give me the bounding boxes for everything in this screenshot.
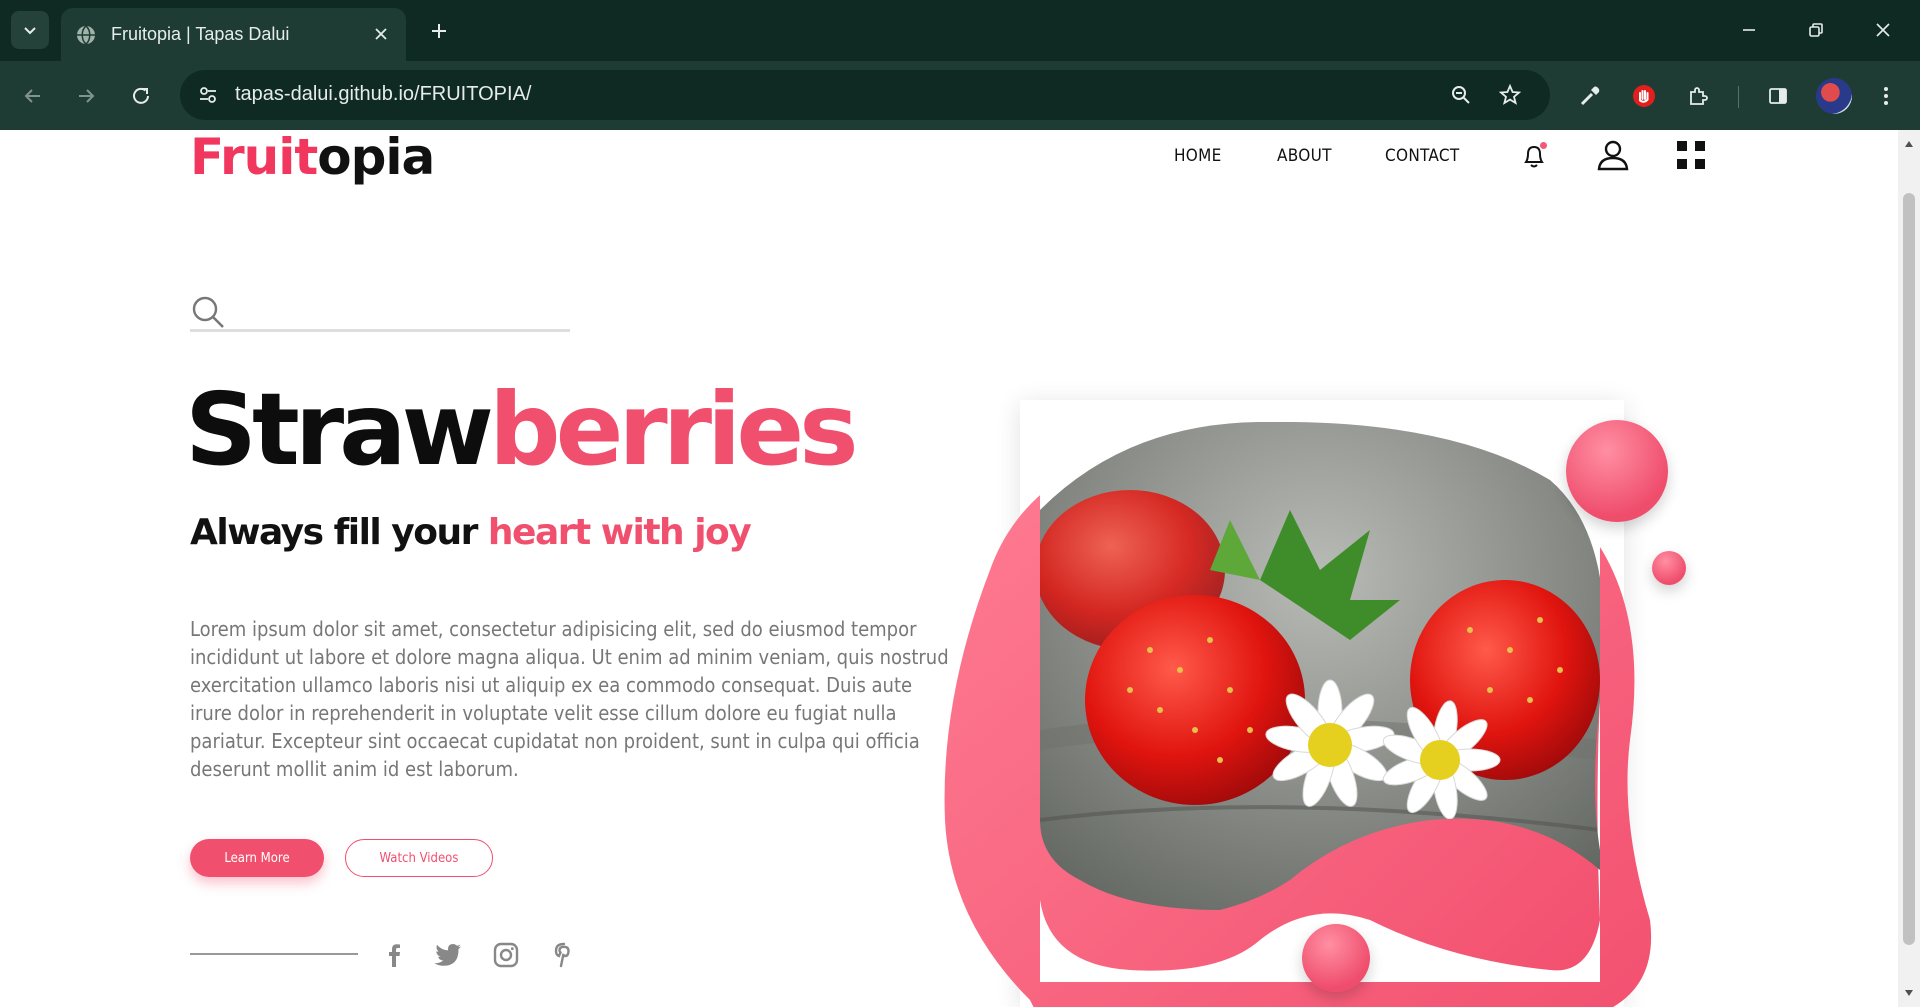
minimize-button[interactable] bbox=[1732, 14, 1766, 46]
hero-title-part-1: Straw bbox=[185, 371, 494, 488]
new-tab-button[interactable] bbox=[424, 16, 454, 46]
eyedropper-icon bbox=[1580, 86, 1600, 106]
reload-button[interactable] bbox=[123, 78, 159, 114]
url-text[interactable]: tapas-dalui.github.io/FRUITOPIA/ bbox=[235, 83, 531, 106]
decorative-bubble-large bbox=[1566, 420, 1668, 522]
instagram-icon bbox=[493, 942, 519, 968]
user-icon bbox=[1597, 140, 1629, 171]
subtitle-part-1: Always fill your bbox=[190, 512, 488, 553]
twitter-link[interactable] bbox=[431, 938, 465, 972]
address-bar[interactable]: tapas-dalui.github.io/FRUITOPIA/ bbox=[180, 70, 1550, 120]
triangle-down-icon bbox=[1905, 990, 1913, 996]
pinterest-icon bbox=[554, 942, 570, 968]
more-vert-icon bbox=[1884, 87, 1888, 105]
close-icon bbox=[1876, 23, 1890, 37]
site-info-button[interactable] bbox=[190, 78, 226, 112]
profile-avatar[interactable] bbox=[1816, 78, 1852, 114]
instagram-link[interactable] bbox=[489, 938, 523, 972]
plus-icon bbox=[432, 24, 446, 38]
close-icon bbox=[375, 28, 387, 40]
scrollbar-thumb[interactable] bbox=[1903, 193, 1915, 945]
browser-toolbar: tapas-dalui.github.io/FRUITOPIA/ bbox=[0, 61, 1920, 130]
facebook-link[interactable] bbox=[377, 938, 411, 972]
adblock-extension-button[interactable] bbox=[1626, 78, 1662, 114]
search-icon[interactable] bbox=[190, 294, 226, 330]
browser-menu-button[interactable] bbox=[1868, 78, 1904, 114]
scroll-up-arrow[interactable] bbox=[1903, 138, 1915, 150]
scroll-down-arrow[interactable] bbox=[1903, 987, 1915, 999]
chevron-down-icon bbox=[24, 27, 36, 35]
puzzle-icon bbox=[1690, 87, 1708, 105]
page-viewport: Fruitopia HOME ABOUT CONTACT Strawberrie… bbox=[0, 130, 1898, 1007]
minimize-icon bbox=[1743, 29, 1755, 31]
tab-close-button[interactable] bbox=[370, 23, 392, 45]
restore-icon bbox=[1809, 23, 1823, 37]
restore-button[interactable] bbox=[1799, 14, 1833, 46]
account-button[interactable] bbox=[1594, 136, 1632, 174]
facebook-icon bbox=[389, 944, 400, 967]
search-bar bbox=[190, 290, 570, 332]
nav-about[interactable]: ABOUT bbox=[1277, 146, 1332, 166]
globe-icon bbox=[77, 24, 95, 45]
hero-title: Strawberries bbox=[185, 380, 859, 480]
extensions-button[interactable] bbox=[1680, 78, 1716, 114]
arrow-left-icon bbox=[24, 89, 40, 103]
site-logo[interactable]: Fruitopia bbox=[190, 130, 435, 186]
hero-description: Lorem ipsum dolor sit amet, consectetur … bbox=[190, 617, 949, 781]
grid-icon bbox=[1677, 141, 1705, 169]
tune-icon bbox=[200, 87, 216, 103]
page-scrollbar[interactable] bbox=[1898, 130, 1920, 1007]
notification-dot bbox=[1539, 141, 1548, 150]
hero-title-part-2: berries bbox=[489, 371, 859, 488]
hero-subtitle: Always fill your heart with joy bbox=[190, 512, 752, 553]
pinterest-link[interactable] bbox=[547, 938, 581, 972]
back-button[interactable] bbox=[15, 78, 51, 114]
reload-icon bbox=[133, 87, 149, 104]
eyedropper-extension-button[interactable] bbox=[1572, 78, 1608, 114]
logo-part-1: Fruit bbox=[190, 130, 318, 186]
bookmark-button[interactable] bbox=[1494, 79, 1526, 111]
nav-home[interactable]: HOME bbox=[1174, 146, 1222, 166]
side-panel-icon bbox=[1769, 88, 1787, 104]
stop-hand-icon bbox=[1633, 85, 1655, 107]
zoom-button[interactable] bbox=[1445, 79, 1477, 111]
toolbar-divider bbox=[1738, 86, 1739, 108]
nav-contact[interactable]: CONTACT bbox=[1385, 146, 1459, 166]
close-window-button[interactable] bbox=[1866, 14, 1900, 46]
triangle-up-icon bbox=[1905, 141, 1913, 147]
browser-tab-active[interactable]: Fruitopia | Tapas Dalui bbox=[61, 8, 406, 61]
subtitle-part-2: heart with joy bbox=[487, 512, 752, 553]
watch-videos-button[interactable]: Watch Videos bbox=[345, 839, 493, 877]
twitter-icon bbox=[434, 944, 461, 966]
browser-tab-strip: Fruitopia | Tapas Dalui bbox=[0, 0, 1920, 61]
zoom-out-icon bbox=[1452, 86, 1470, 104]
grid-menu-button[interactable] bbox=[1674, 138, 1708, 172]
logo-part-2: opia bbox=[317, 130, 435, 186]
notifications-button[interactable] bbox=[1519, 140, 1549, 172]
tab-search-button[interactable] bbox=[11, 11, 49, 49]
arrow-right-icon bbox=[79, 89, 95, 103]
forward-button[interactable] bbox=[68, 78, 104, 114]
star-icon bbox=[1499, 84, 1521, 105]
search-input[interactable] bbox=[238, 294, 558, 326]
social-divider bbox=[190, 953, 358, 955]
tab-title: Fruitopia | Tapas Dalui bbox=[111, 24, 290, 44]
decorative-bubble-small bbox=[1652, 551, 1686, 585]
side-panel-button[interactable] bbox=[1760, 78, 1796, 114]
learn-more-button[interactable]: Learn More bbox=[190, 839, 324, 877]
decorative-bubble-bottom bbox=[1302, 924, 1370, 992]
